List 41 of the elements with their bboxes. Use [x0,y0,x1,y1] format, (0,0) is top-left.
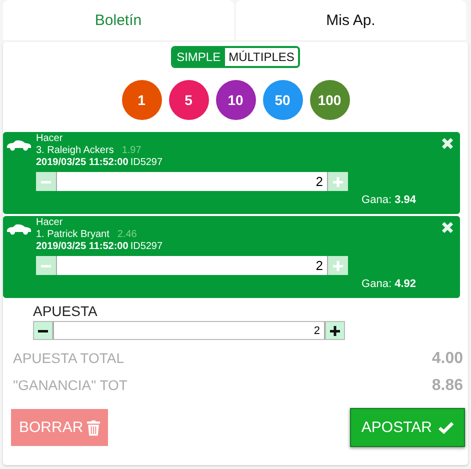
stake-input[interactable]: 2 [56,172,328,191]
plus-icon [333,176,343,186]
plus-button[interactable] [325,321,345,340]
bet-datetime: 2019/03/25 11:52:00 [36,241,128,253]
event-id: ID5297 [130,157,163,169]
bet-type: Hacer [36,217,63,229]
odds: 2.46 [117,229,137,241]
tab[interactable]: Boletín [3,0,234,40]
win-amount: Gana: 3.94 [362,194,416,206]
total-label: "GANANCIA" TOT [13,377,128,395]
chip[interactable]: 100 [310,80,350,120]
stake-label: APUESTA [33,303,98,319]
mode-option[interactable]: SIMPLE [172,48,225,66]
chip[interactable]: 5 [168,80,208,120]
total-value: 8.86 [432,377,463,395]
runner-name: 3. Raleigh Ackers [36,145,114,157]
stake-input[interactable]: 2 [56,256,328,275]
total-value: 4.00 [432,350,463,368]
chip[interactable]: 1 [122,80,162,120]
total-label: APUESTA TOTAL [13,350,124,368]
close-button[interactable] [441,137,454,150]
plus-icon [330,326,340,336]
close-button[interactable] [441,221,454,234]
win-amount: Gana: 4.92 [362,278,416,290]
odds: 1.97 [122,145,142,157]
car-icon [6,224,32,236]
check-icon [438,421,454,434]
chip[interactable]: 50 [262,80,302,120]
trash-icon [87,420,100,436]
plus-icon [333,260,343,270]
runner-name: 1. Patrick Bryant [36,229,110,241]
bet-type: Hacer [36,133,63,145]
place-bet-button[interactable]: APOSTAR [350,408,465,447]
minus-button[interactable] [33,321,53,340]
chip[interactable]: 10 [216,80,256,120]
event-id: ID5297 [130,241,163,253]
clear-button[interactable]: BORRAR [11,409,108,446]
stake-input[interactable]: 2 [53,321,325,340]
car-icon [6,140,32,152]
bet-datetime: 2019/03/25 11:52:00 [36,157,128,169]
tab[interactable]: Mis Ap. [236,0,466,40]
